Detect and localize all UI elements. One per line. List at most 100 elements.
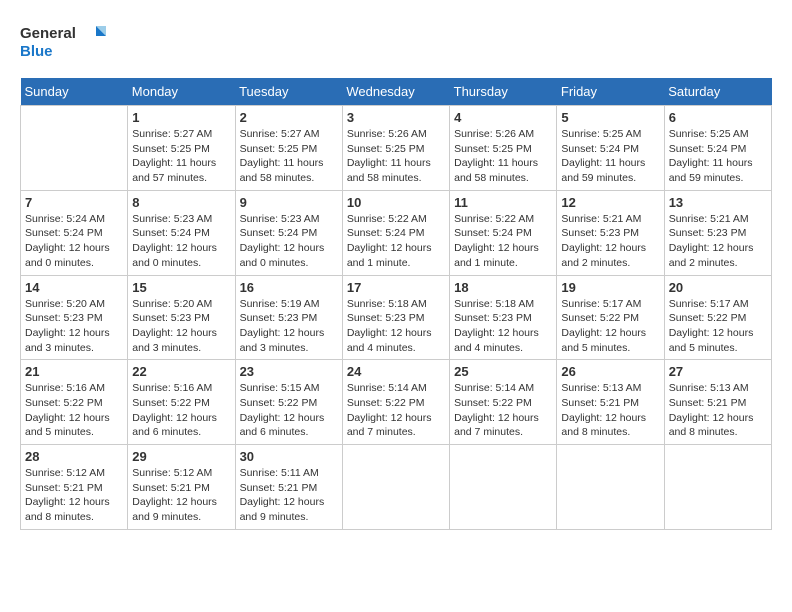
calendar-cell: 13Sunrise: 5:21 AMSunset: 5:23 PMDayligh… bbox=[664, 190, 771, 275]
calendar-cell: 29Sunrise: 5:12 AMSunset: 5:21 PMDayligh… bbox=[128, 445, 235, 530]
day-number: 23 bbox=[240, 364, 338, 379]
calendar-cell: 2 Sunrise: 5:27 AMSunset: 5:25 PMDaylight… bbox=[235, 106, 342, 191]
day-number: 7 bbox=[25, 195, 123, 210]
calendar-cell: 24 Sunrise: 5:14 AMSunset: 5:22 PMDayligh… bbox=[342, 360, 449, 445]
calendar-cell: 3 Sunrise: 5:26 AMSunset: 5:25 PMDaylight… bbox=[342, 106, 449, 191]
calendar-cell: 14 Sunrise: 5:20 AMSunset: 5:23 PMDayligh… bbox=[21, 275, 128, 360]
weekday-header-row: SundayMondayTuesdayWednesdayThursdayFrid… bbox=[21, 78, 772, 106]
day-info: Sunrise: 5:17 AMSunset: 5:22 PMDaylight:… bbox=[561, 297, 659, 356]
svg-text:General: General bbox=[20, 25, 76, 42]
calendar-cell bbox=[450, 445, 557, 530]
day-info: Sunrise: 5:22 AMSunset: 5:24 PMDaylight:… bbox=[454, 212, 552, 271]
day-number: 16 bbox=[240, 280, 338, 295]
calendar-cell: 30 Sunrise: 5:11 AMSunset: 5:21 PMDayligh… bbox=[235, 445, 342, 530]
day-number: 12 bbox=[561, 195, 659, 210]
calendar-cell: 1 Sunrise: 5:27 AMSunset: 5:25 PMDaylight… bbox=[128, 106, 235, 191]
calendar-cell: 15Sunrise: 5:20 AMSunset: 5:23 PMDayligh… bbox=[128, 275, 235, 360]
calendar-cell: 27Sunrise: 5:13 AMSunset: 5:21 PMDayligh… bbox=[664, 360, 771, 445]
calendar-week-3: 14 Sunrise: 5:20 AMSunset: 5:23 PMDayligh… bbox=[21, 275, 772, 360]
day-number: 1 bbox=[132, 110, 230, 125]
day-number: 25 bbox=[454, 364, 552, 379]
day-info: Sunrise: 5:22 AMSunset: 5:24 PMDaylight:… bbox=[347, 212, 445, 271]
day-number: 20 bbox=[669, 280, 767, 295]
calendar-cell: 10 Sunrise: 5:22 AMSunset: 5:24 PMDayligh… bbox=[342, 190, 449, 275]
day-info: Sunrise: 5:27 AMSunset: 5:25 PMDaylight:… bbox=[240, 127, 338, 186]
day-info: Sunrise: 5:13 AMSunset: 5:21 PMDaylight:… bbox=[561, 381, 659, 440]
logo-svg: General Blue bbox=[20, 20, 110, 62]
day-number: 10 bbox=[347, 195, 445, 210]
calendar-week-5: 28 Sunrise: 5:12 AMSunset: 5:21 PMDayligh… bbox=[21, 445, 772, 530]
day-info: Sunrise: 5:20 AMSunset: 5:23 PMDaylight:… bbox=[25, 297, 123, 356]
day-info: Sunrise: 5:23 AMSunset: 5:24 PMDaylight:… bbox=[240, 212, 338, 271]
day-info: Sunrise: 5:25 AMSunset: 5:24 PMDaylight:… bbox=[561, 127, 659, 186]
calendar-cell: 11 Sunrise: 5:22 AMSunset: 5:24 PMDayligh… bbox=[450, 190, 557, 275]
day-number: 8 bbox=[132, 195, 230, 210]
day-info: Sunrise: 5:16 AMSunset: 5:22 PMDaylight:… bbox=[132, 381, 230, 440]
calendar-cell: 5 Sunrise: 5:25 AMSunset: 5:24 PMDaylight… bbox=[557, 106, 664, 191]
weekday-header-saturday: Saturday bbox=[664, 78, 771, 106]
day-number: 19 bbox=[561, 280, 659, 295]
calendar-cell: 21Sunrise: 5:16 AMSunset: 5:22 PMDayligh… bbox=[21, 360, 128, 445]
weekday-header-tuesday: Tuesday bbox=[235, 78, 342, 106]
day-number: 3 bbox=[347, 110, 445, 125]
calendar-cell bbox=[664, 445, 771, 530]
day-info: Sunrise: 5:18 AMSunset: 5:23 PMDaylight:… bbox=[454, 297, 552, 356]
calendar-cell: 17 Sunrise: 5:18 AMSunset: 5:23 PMDayligh… bbox=[342, 275, 449, 360]
calendar-cell bbox=[342, 445, 449, 530]
calendar-cell: 8 Sunrise: 5:23 AMSunset: 5:24 PMDaylight… bbox=[128, 190, 235, 275]
calendar-cell: 23Sunrise: 5:15 AMSunset: 5:22 PMDayligh… bbox=[235, 360, 342, 445]
calendar-cell: 19 Sunrise: 5:17 AMSunset: 5:22 PMDayligh… bbox=[557, 275, 664, 360]
page-header: General Blue bbox=[20, 20, 772, 62]
day-number: 18 bbox=[454, 280, 552, 295]
day-number: 28 bbox=[25, 449, 123, 464]
day-info: Sunrise: 5:21 AMSunset: 5:23 PMDaylight:… bbox=[669, 212, 767, 271]
day-info: Sunrise: 5:19 AMSunset: 5:23 PMDaylight:… bbox=[240, 297, 338, 356]
weekday-header-wednesday: Wednesday bbox=[342, 78, 449, 106]
day-info: Sunrise: 5:12 AMSunset: 5:21 PMDaylight:… bbox=[25, 466, 123, 525]
day-info: Sunrise: 5:23 AMSunset: 5:24 PMDaylight:… bbox=[132, 212, 230, 271]
calendar-cell: 4Sunrise: 5:26 AMSunset: 5:25 PMDaylight… bbox=[450, 106, 557, 191]
day-info: Sunrise: 5:27 AMSunset: 5:25 PMDaylight:… bbox=[132, 127, 230, 186]
day-info: Sunrise: 5:25 AMSunset: 5:24 PMDaylight:… bbox=[669, 127, 767, 186]
day-info: Sunrise: 5:14 AMSunset: 5:22 PMDaylight:… bbox=[454, 381, 552, 440]
day-number: 17 bbox=[347, 280, 445, 295]
day-info: Sunrise: 5:11 AMSunset: 5:21 PMDaylight:… bbox=[240, 466, 338, 525]
day-number: 30 bbox=[240, 449, 338, 464]
day-number: 26 bbox=[561, 364, 659, 379]
day-info: Sunrise: 5:16 AMSunset: 5:22 PMDaylight:… bbox=[25, 381, 123, 440]
svg-text:Blue: Blue bbox=[20, 43, 53, 60]
day-info: Sunrise: 5:26 AMSunset: 5:25 PMDaylight:… bbox=[347, 127, 445, 186]
day-info: Sunrise: 5:14 AMSunset: 5:22 PMDaylight:… bbox=[347, 381, 445, 440]
calendar-cell: 9 Sunrise: 5:23 AMSunset: 5:24 PMDaylight… bbox=[235, 190, 342, 275]
calendar-cell: 16 Sunrise: 5:19 AMSunset: 5:23 PMDayligh… bbox=[235, 275, 342, 360]
calendar-cell: 26 Sunrise: 5:13 AMSunset: 5:21 PMDayligh… bbox=[557, 360, 664, 445]
day-number: 22 bbox=[132, 364, 230, 379]
day-info: Sunrise: 5:24 AMSunset: 5:24 PMDaylight:… bbox=[25, 212, 123, 271]
calendar-cell: 18 Sunrise: 5:18 AMSunset: 5:23 PMDayligh… bbox=[450, 275, 557, 360]
day-number: 2 bbox=[240, 110, 338, 125]
day-info: Sunrise: 5:12 AMSunset: 5:21 PMDaylight:… bbox=[132, 466, 230, 525]
calendar-cell: 22 Sunrise: 5:16 AMSunset: 5:22 PMDayligh… bbox=[128, 360, 235, 445]
day-number: 5 bbox=[561, 110, 659, 125]
calendar-cell: 12Sunrise: 5:21 AMSunset: 5:23 PMDayligh… bbox=[557, 190, 664, 275]
day-number: 27 bbox=[669, 364, 767, 379]
calendar-cell: 25 Sunrise: 5:14 AMSunset: 5:22 PMDayligh… bbox=[450, 360, 557, 445]
calendar-cell bbox=[21, 106, 128, 191]
weekday-header-sunday: Sunday bbox=[21, 78, 128, 106]
calendar-cell: 28 Sunrise: 5:12 AMSunset: 5:21 PMDayligh… bbox=[21, 445, 128, 530]
day-number: 9 bbox=[240, 195, 338, 210]
day-info: Sunrise: 5:18 AMSunset: 5:23 PMDaylight:… bbox=[347, 297, 445, 356]
day-number: 11 bbox=[454, 195, 552, 210]
logo: General Blue bbox=[20, 20, 110, 62]
calendar-cell: 6Sunrise: 5:25 AMSunset: 5:24 PMDaylight… bbox=[664, 106, 771, 191]
weekday-header-monday: Monday bbox=[128, 78, 235, 106]
calendar-week-2: 7 Sunrise: 5:24 AMSunset: 5:24 PMDaylight… bbox=[21, 190, 772, 275]
calendar-week-4: 21Sunrise: 5:16 AMSunset: 5:22 PMDayligh… bbox=[21, 360, 772, 445]
weekday-header-friday: Friday bbox=[557, 78, 664, 106]
day-number: 14 bbox=[25, 280, 123, 295]
weekday-header-thursday: Thursday bbox=[450, 78, 557, 106]
calendar-cell: 7 Sunrise: 5:24 AMSunset: 5:24 PMDaylight… bbox=[21, 190, 128, 275]
calendar-table: SundayMondayTuesdayWednesdayThursdayFrid… bbox=[20, 78, 772, 530]
day-number: 4 bbox=[454, 110, 552, 125]
day-number: 24 bbox=[347, 364, 445, 379]
